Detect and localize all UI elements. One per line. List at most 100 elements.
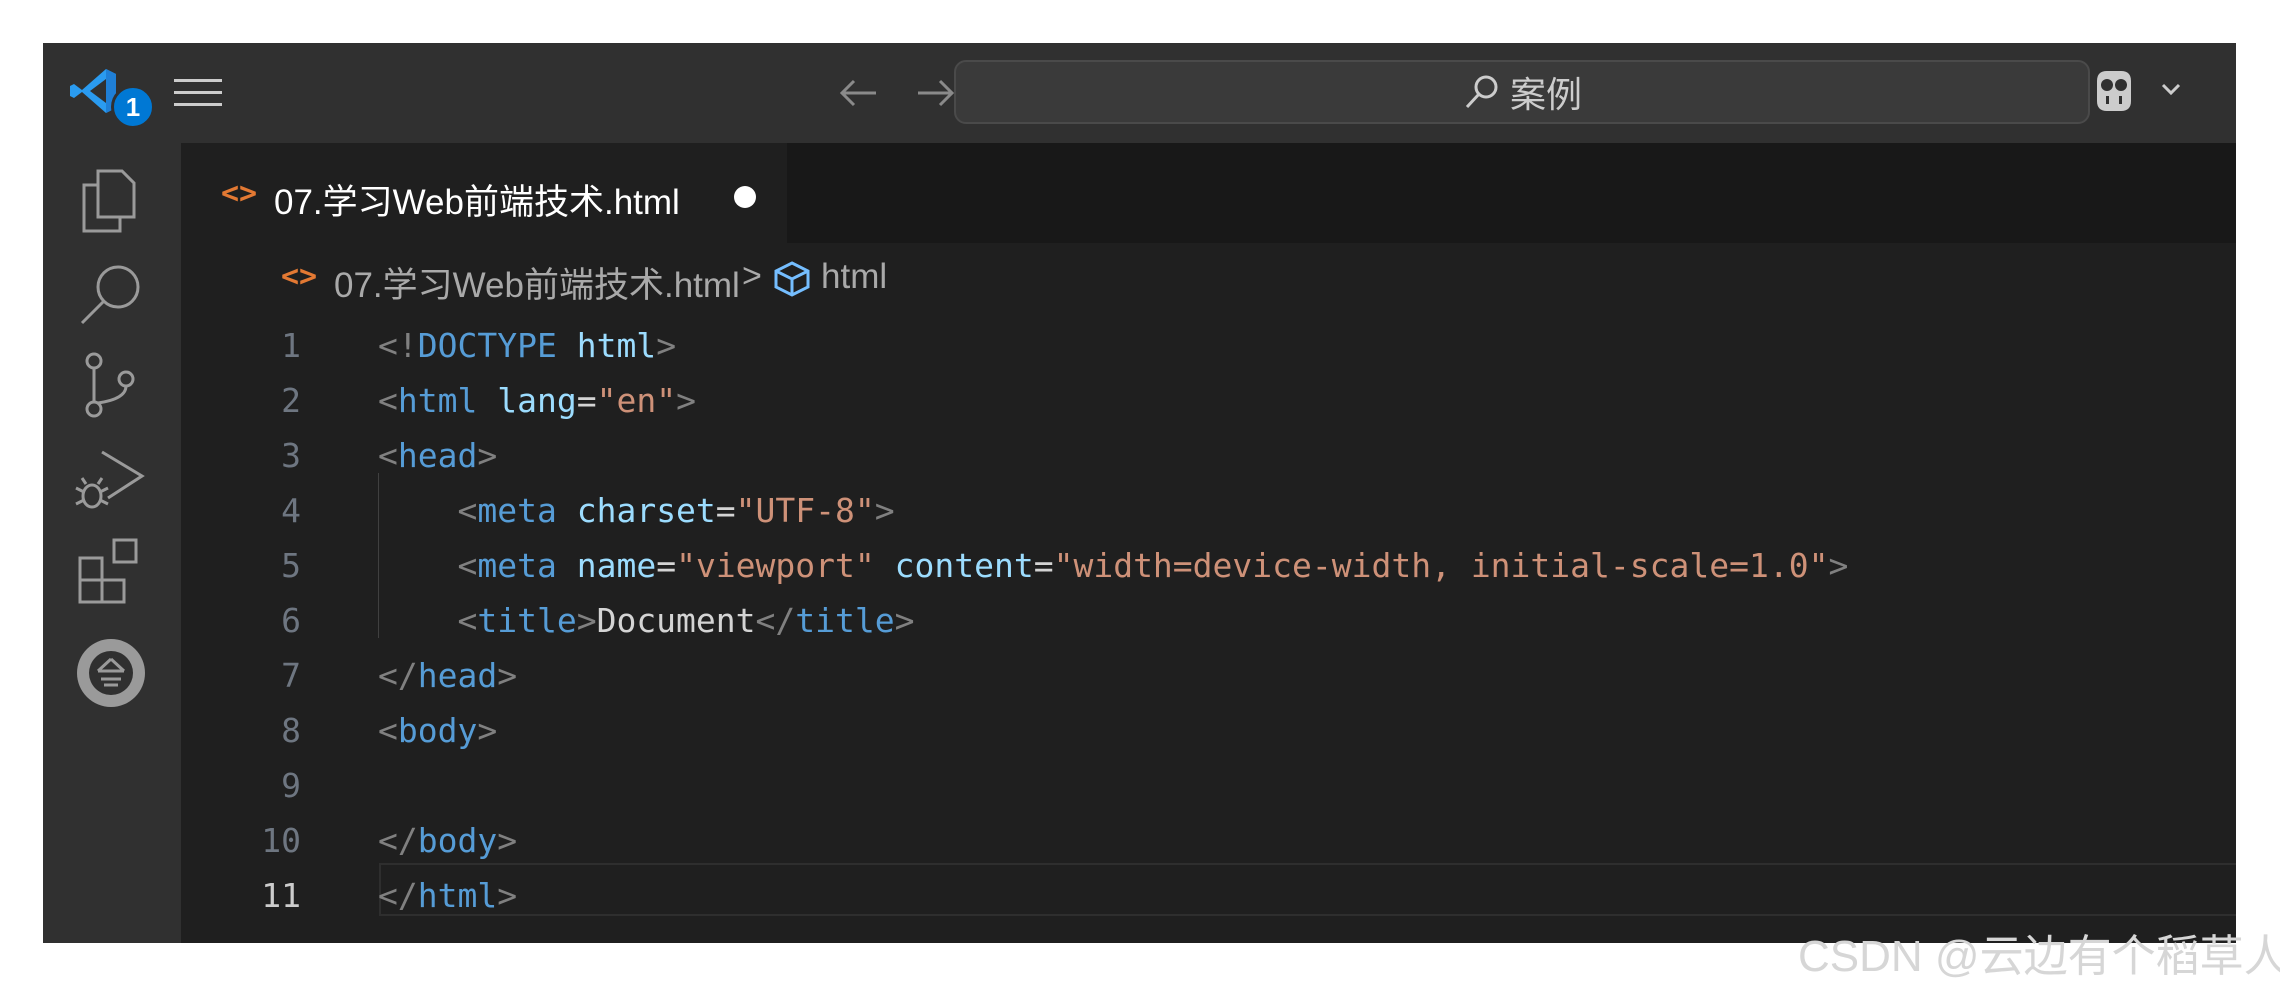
code-line[interactable]: <title>Document</title> bbox=[378, 593, 915, 648]
code-token: > bbox=[656, 326, 677, 365]
files-icon[interactable] bbox=[68, 163, 154, 249]
line-number: 9 bbox=[281, 766, 301, 805]
code-token: > bbox=[497, 876, 518, 915]
code-token: < bbox=[457, 491, 478, 530]
unsaved-dot-icon[interactable] bbox=[734, 186, 756, 208]
code-token: < bbox=[378, 381, 398, 420]
code-token: < bbox=[378, 711, 398, 750]
code-token: <! bbox=[378, 326, 418, 365]
editor-tab-bar: <> 07.学习Web前端技术.html bbox=[181, 143, 2236, 243]
html-file-icon: <> bbox=[221, 176, 258, 211]
code-token: </ bbox=[378, 656, 418, 695]
code-token: > bbox=[576, 601, 597, 640]
code-token: body bbox=[417, 821, 498, 860]
extensions-icon[interactable] bbox=[68, 528, 154, 614]
code-token: = bbox=[656, 546, 677, 585]
code-token: name bbox=[576, 546, 657, 585]
code-line[interactable]: <html lang="en"> bbox=[378, 373, 696, 428]
code-line[interactable]: </head> bbox=[378, 648, 517, 703]
code-line[interactable]: <meta name="viewport" content="width=dev… bbox=[378, 538, 1848, 593]
code-line[interactable]: <meta charset="UTF-8"> bbox=[378, 483, 895, 538]
code-token: > bbox=[874, 491, 895, 530]
code-token: head bbox=[397, 436, 478, 475]
line-number: 4 bbox=[281, 491, 301, 530]
code-token: Document bbox=[596, 601, 756, 640]
code-token: = bbox=[576, 381, 597, 420]
code-line[interactable]: <head> bbox=[378, 428, 497, 483]
code-token: < bbox=[457, 546, 478, 585]
code-token: > bbox=[676, 381, 696, 420]
code-token: meta bbox=[477, 546, 557, 585]
line-number: 11 bbox=[261, 876, 301, 915]
activity-bar: 1 bbox=[43, 85, 181, 943]
code-line[interactable]: </body> bbox=[378, 813, 517, 868]
command-center-search[interactable]: 案例 bbox=[954, 60, 2090, 124]
code-token: </ bbox=[755, 601, 796, 640]
line-number: 1 bbox=[281, 326, 301, 365]
search-icon[interactable] bbox=[68, 253, 154, 339]
code-token: "width=device-width, initial-scale=1.0" bbox=[1053, 546, 1829, 585]
run-debug-icon[interactable] bbox=[68, 438, 154, 524]
copilot-icon[interactable] bbox=[2087, 65, 2197, 117]
code-token: html bbox=[417, 876, 498, 915]
code-token: > bbox=[477, 436, 498, 475]
command-center-label: 案例 bbox=[1509, 74, 1582, 115]
code-token: </ bbox=[378, 821, 418, 860]
explorer-badge: 1 bbox=[111, 85, 155, 129]
code-token: > bbox=[497, 656, 518, 695]
code-token: lang bbox=[497, 381, 577, 420]
code-editor[interactable]: 1 <!DOCTYPE html> 2 <html lang="en"> 3 <head>… bbox=[181, 313, 2236, 943]
breadcrumb-file[interactable]: 07.学习Web前端技术.html bbox=[334, 257, 740, 308]
code-token: </ bbox=[378, 876, 418, 915]
search-icon bbox=[1465, 75, 1498, 109]
code-token: html bbox=[576, 326, 657, 365]
title-bar: 案例 bbox=[43, 43, 2236, 143]
line-number: 7 bbox=[281, 656, 301, 695]
current-line-highlight bbox=[379, 863, 2236, 916]
line-number: 3 bbox=[281, 436, 301, 475]
watermark: CSDN @云边有个稻草人 bbox=[1798, 932, 2280, 981]
code-token: = bbox=[1033, 546, 1054, 585]
code-token: = bbox=[715, 491, 736, 530]
tab-html-file[interactable]: <> 07.学习Web前端技术.html bbox=[181, 143, 787, 243]
code-token: "viewport" bbox=[676, 546, 875, 585]
source-control-icon[interactable] bbox=[68, 343, 154, 429]
code-line[interactable]: </html> bbox=[378, 868, 517, 923]
breadcrumb-symbol[interactable]: html bbox=[821, 257, 887, 297]
code-token: > bbox=[497, 821, 518, 860]
code-token: charset bbox=[576, 491, 716, 530]
code-token: "UTF-8" bbox=[735, 491, 875, 530]
code-token: "en" bbox=[596, 381, 677, 420]
code-token: head bbox=[417, 656, 498, 695]
hamburger-menu-icon[interactable] bbox=[172, 71, 224, 115]
line-number: 6 bbox=[281, 601, 301, 640]
arrow-right-icon[interactable] bbox=[912, 73, 958, 113]
code-line[interactable]: <!DOCTYPE html> bbox=[378, 318, 676, 373]
html-file-icon: <> bbox=[281, 259, 318, 294]
line-number: 10 bbox=[261, 821, 301, 860]
code-line[interactable]: <body> bbox=[378, 703, 497, 758]
code-token: > bbox=[1828, 546, 1849, 585]
vscode-window: 案例 1 <> 07.学习Web前端技术.html <> 07.学习Web前端技… bbox=[43, 43, 2236, 943]
tab-label: 07.学习Web前端技术.html bbox=[274, 183, 680, 222]
arrow-left-icon[interactable] bbox=[836, 73, 882, 113]
code-token: < bbox=[457, 601, 478, 640]
code-token: title bbox=[477, 601, 577, 640]
code-token: body bbox=[397, 711, 478, 750]
code-token: > bbox=[894, 601, 915, 640]
code-token: content bbox=[894, 546, 1034, 585]
breadcrumb: <> 07.学习Web前端技术.html > html bbox=[181, 243, 2236, 313]
code-token: DOCTYPE bbox=[417, 326, 557, 365]
line-number: 5 bbox=[281, 546, 301, 585]
code-token: < bbox=[378, 436, 398, 475]
symbol-cube-icon bbox=[774, 261, 810, 297]
line-number: 8 bbox=[281, 711, 301, 750]
code-token: title bbox=[795, 601, 895, 640]
accounts-icon[interactable] bbox=[68, 621, 154, 707]
